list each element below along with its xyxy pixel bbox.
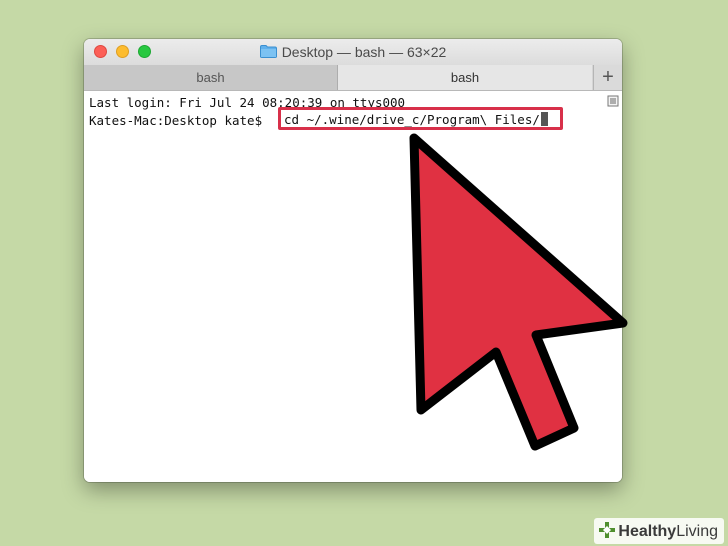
window-title: Desktop — bash — 63×22 [281, 44, 447, 60]
window-title-area: Desktop — bash — 63×22 [84, 44, 622, 60]
tab-bar: bash bash + [84, 65, 622, 91]
tab-bash-2[interactable]: bash [338, 65, 592, 90]
scroll-icon[interactable] [607, 95, 619, 107]
folder-icon [259, 45, 277, 58]
watermark: HealthyLiving [594, 518, 724, 544]
tab-bash-1[interactable]: bash [84, 65, 338, 90]
new-tab-icon: + [602, 66, 614, 88]
command-text: cd ~/.wine/drive_c/Program\ Files/ [284, 112, 540, 127]
command-highlight-box: cd ~/.wine/drive_c/Program\ Files/ [278, 107, 563, 130]
prompt-line: Kates-Mac:Desktop kate$ [89, 113, 270, 128]
watermark-brand-light: Living [676, 523, 718, 540]
shell-prompt: Kates-Mac:Desktop kate$ [89, 113, 270, 128]
title-bar[interactable]: Desktop — bash — 63×22 [84, 39, 622, 65]
watermark-brand-bold: Healthy [618, 523, 677, 540]
text-cursor [540, 112, 548, 126]
command-input[interactable]: cd ~/.wine/drive_c/Program\ Files/ [284, 112, 548, 127]
terminal-content[interactable]: Last login: Fri Jul 24 08:20:39 on ttys0… [84, 91, 622, 482]
new-tab-button[interactable]: + [593, 65, 622, 90]
healthy-living-logo-icon [599, 522, 616, 538]
terminal-window: Desktop — bash — 63×22 bash bash + Last … [84, 39, 622, 482]
